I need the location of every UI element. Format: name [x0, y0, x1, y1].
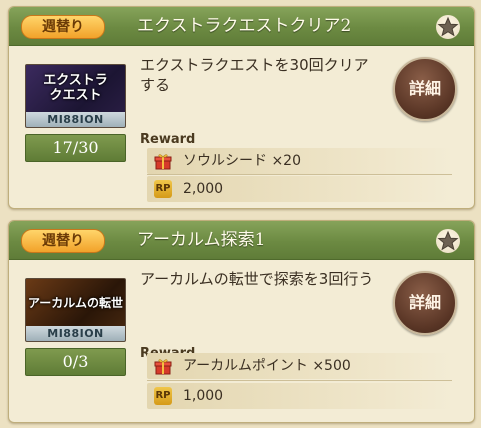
thumbnail-mission-band: MI88ION [26, 326, 125, 341]
mission-progress: 0/3 [25, 348, 126, 376]
reward-item: アーカルムポイント ×500 [147, 353, 452, 379]
mission-description: エクストラクエストを30回クリアする [140, 56, 369, 94]
mission-thumbnail: エクストラ クエスト MI88ION [25, 64, 126, 128]
detail-button[interactable]: 詳細 [393, 271, 457, 335]
reward-item: RP 1,000 [147, 383, 452, 409]
gift-icon [154, 152, 172, 170]
mission-header: 週替り アーカルム探索1 [9, 221, 474, 260]
reward-text: 1,000 [183, 388, 224, 404]
mission-title: アーカルム探索1 [137, 230, 266, 250]
favorite-star-icon[interactable] [436, 229, 460, 253]
weekly-badge: 週替り [21, 15, 105, 39]
thumbnail-text: アーカルムの転世 [27, 296, 124, 310]
mission-card: 週替り エクストラクエストクリア2 エクストラ クエスト MI88ION 17/… [8, 6, 475, 209]
reward-text: ソウルシード ×20 [183, 153, 301, 169]
reward-text: 2,000 [183, 181, 224, 197]
reward-label: Reward [140, 132, 196, 147]
reward-divider [147, 380, 452, 381]
mission-progress: 17/30 [25, 134, 126, 162]
thumbnail-text: エクストラ クエスト [43, 73, 108, 103]
reward-item: ソウルシード ×20 [147, 148, 452, 174]
mission-thumbnail: アーカルムの転世 MI88ION [25, 278, 126, 342]
mission-card: 週替り アーカルム探索1 アーカルムの転世 MI88ION 0/3 アーカルムの… [8, 220, 475, 423]
rp-icon: RP [154, 387, 172, 405]
detail-button[interactable]: 詳細 [393, 57, 457, 121]
mission-header: 週替り エクストラクエストクリア2 [9, 7, 474, 46]
thumbnail-mission-band: MI88ION [26, 112, 125, 127]
weekly-badge: 週替り [21, 229, 105, 253]
rp-icon: RP [154, 180, 172, 198]
reward-text: アーカルムポイント ×500 [183, 358, 351, 374]
gift-icon [154, 357, 172, 375]
reward-divider [147, 174, 452, 175]
mission-title: エクストラクエストクリア2 [137, 16, 352, 36]
favorite-star-icon[interactable] [436, 15, 460, 39]
mission-description: アーカルムの転世で探索を3回行う [140, 270, 374, 288]
reward-item: RP 2,000 [147, 176, 452, 202]
